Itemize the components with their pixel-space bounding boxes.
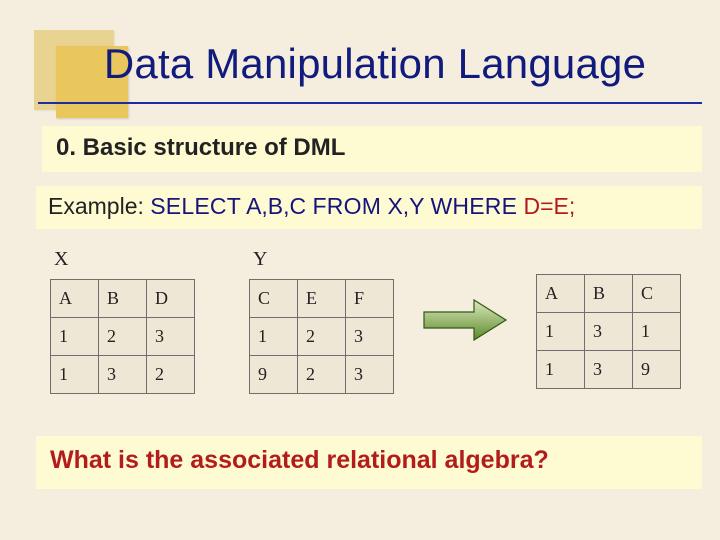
- table-row: A B C: [537, 275, 681, 313]
- cell: C: [633, 275, 681, 313]
- example-lead: Example:: [48, 193, 150, 219]
- example-box: Example: SELECT A,B,C FROM X,Y WHERE D=E…: [36, 186, 702, 229]
- select-cols: A,B,C: [241, 193, 313, 219]
- cell: B: [585, 275, 633, 313]
- table-x: A B D 1 2 3 1 3 2: [50, 279, 195, 394]
- cell: 3: [346, 356, 394, 394]
- cell: 2: [298, 356, 346, 394]
- table-x-label: X: [54, 248, 195, 271]
- cell: 1: [537, 313, 585, 351]
- cell: C: [250, 280, 298, 318]
- cell: 3: [147, 318, 195, 356]
- table-result: A B C 1 3 1 1 3 9: [536, 274, 681, 389]
- cell: F: [346, 280, 394, 318]
- slide-title: Data Manipulation Language: [104, 40, 646, 88]
- cell: D: [147, 280, 195, 318]
- cell: 2: [99, 318, 147, 356]
- cell: E: [298, 280, 346, 318]
- cell: 2: [298, 318, 346, 356]
- cell: 2: [147, 356, 195, 394]
- table-row: 1 2 3: [51, 318, 195, 356]
- cell: A: [51, 280, 99, 318]
- cell: 1: [633, 313, 681, 351]
- table-row: A B D: [51, 280, 195, 318]
- cell: 3: [99, 356, 147, 394]
- cell: 1: [250, 318, 298, 356]
- table-y-label: Y: [253, 248, 394, 271]
- section-heading-box: 0. Basic structure of DML: [42, 126, 702, 172]
- cell: 1: [537, 351, 585, 389]
- tables-row: X A B D 1 2 3 1 3 2 Y C E F: [50, 248, 698, 394]
- table-y: C E F 1 2 3 9 2 3: [249, 279, 394, 394]
- example-sql: Example: SELECT A,B,C FROM X,Y WHERE D=E…: [48, 193, 690, 220]
- cell: B: [99, 280, 147, 318]
- table-result-block: A B C 1 3 1 1 3 9: [536, 274, 681, 389]
- cell: A: [537, 275, 585, 313]
- section-heading: 0. Basic structure of DML: [56, 134, 688, 162]
- cell: 9: [633, 351, 681, 389]
- cell: 9: [250, 356, 298, 394]
- kw-where: WHERE: [431, 193, 518, 219]
- arrow-right-icon: [422, 298, 508, 342]
- question-text: What is the associated relational algebr…: [50, 446, 688, 475]
- question-box: What is the associated relational algebr…: [36, 436, 702, 489]
- table-x-block: X A B D 1 2 3 1 3 2: [50, 248, 195, 394]
- kw-select: SELECT: [150, 193, 241, 219]
- table-row: 1 3 9: [537, 351, 681, 389]
- table-row: 1 3 2: [51, 356, 195, 394]
- from-tables: X,Y: [381, 193, 430, 219]
- table-y-block: Y C E F 1 2 3 9 2 3: [249, 248, 394, 394]
- title-underline: [38, 102, 702, 104]
- arrow-wrap: [422, 298, 508, 342]
- cell: 1: [51, 318, 99, 356]
- table-row: C E F: [250, 280, 394, 318]
- table-row: 1 2 3: [250, 318, 394, 356]
- table-row: 1 3 1: [537, 313, 681, 351]
- cell: 3: [585, 351, 633, 389]
- cell: 3: [346, 318, 394, 356]
- table-row: 9 2 3: [250, 356, 394, 394]
- cell: 1: [51, 356, 99, 394]
- cell: 3: [585, 313, 633, 351]
- where-condition: D=E;: [524, 193, 576, 219]
- kw-from: FROM: [313, 193, 382, 219]
